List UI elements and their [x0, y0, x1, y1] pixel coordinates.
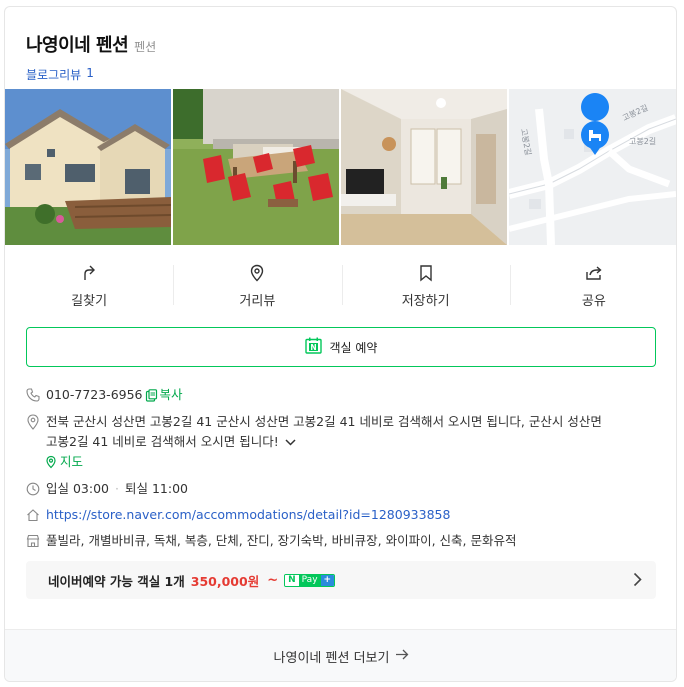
blog-review-link[interactable]: 블로그리뷰 1: [26, 66, 156, 83]
amenities-text: 풀빌라, 개별바비큐, 독채, 복층, 단체, 잔디, 장기숙박, 바비큐장, …: [46, 533, 517, 548]
blog-review-count: 1: [86, 66, 94, 80]
street-view-button[interactable]: 거리뷰: [173, 245, 341, 323]
website-link[interactable]: https://store.naver.com/accommodations/d…: [46, 505, 450, 525]
garden-photo[interactable]: [173, 89, 339, 245]
copy-label: 복사: [159, 387, 183, 402]
address-expand-chevron-icon[interactable]: [285, 432, 296, 452]
exterior-photo[interactable]: [5, 89, 171, 245]
separator-dot: ·: [115, 481, 119, 496]
map-pin-icon: [46, 455, 56, 469]
interior-photo[interactable]: [341, 89, 507, 245]
place-title[interactable]: 나영이네 펜션: [26, 31, 129, 57]
checkin-time: 입실 03:00: [46, 481, 109, 496]
place-category: 펜션: [134, 40, 157, 54]
checkin-row: 입실 03:00 · 퇴실 11:00: [26, 479, 656, 499]
phone-number[interactable]: 010-7723-6956: [46, 385, 143, 405]
directions-icon: [79, 263, 99, 283]
store-icon: [26, 531, 46, 551]
clock-icon: [26, 479, 46, 499]
directions-button[interactable]: 길찾기: [5, 245, 173, 323]
naver-pay-badge: N Pay +: [284, 573, 336, 587]
checkout-time: 퇴실 11:00: [124, 481, 188, 496]
street-view-icon: [247, 263, 267, 283]
room-reservation-button[interactable]: N 객실 예약: [26, 327, 656, 367]
home-icon: [26, 505, 46, 525]
amenities-row: 풀빌라, 개별바비큐, 독채, 복층, 단체, 잔디, 장기숙박, 바비큐장, …: [26, 531, 656, 551]
chevron-right-icon: [633, 572, 642, 591]
more-button-label: 나영이네 펜션 더보기: [273, 651, 390, 666]
svg-text:N: N: [310, 342, 316, 351]
copy-icon: [145, 388, 157, 402]
place-card: 나영이네 펜션 펜션 블로그리뷰 1 고봉2길 고봉2길 고봉2길 길찾기 거리…: [4, 6, 677, 682]
address-line-1: 전북 군산시 성산면 고봉2길 41 군산시 성산면 고봉2길 41 네비로 검…: [46, 414, 602, 429]
place-header: 나영이네 펜션 펜션 블로그리뷰 1: [26, 31, 156, 83]
map-link[interactable]: 지도: [44, 452, 656, 472]
room-reservation-label: 객실 예약: [329, 340, 378, 355]
price-tilde: ~: [267, 572, 279, 588]
save-label: 저장하기: [401, 294, 450, 309]
info-list: 010-7723-6956 복사 전북 군산시 성산면 고봉2길 41 군산시 …: [26, 385, 656, 551]
address-line-2: 고봉2길 41 네비로 검색해서 오시면 됩니다!: [46, 434, 279, 449]
blog-review-label: 블로그리뷰: [26, 68, 82, 82]
share-label: 공유: [581, 294, 606, 309]
phone-icon: [26, 385, 46, 405]
save-button[interactable]: 저장하기: [341, 245, 510, 323]
website-row: https://store.naver.com/accommodations/d…: [26, 505, 656, 525]
copy-phone-button[interactable]: 복사: [145, 385, 183, 405]
npay-n: N: [285, 574, 299, 586]
street-view-label: 거리뷰: [239, 294, 276, 309]
address-row: 전북 군산시 성산면 고봉2길 41 군산시 성산면 고봉2길 41 네비로 검…: [26, 412, 656, 472]
directions-label: 길찾기: [71, 294, 108, 309]
action-bar: 길찾기 거리뷰 저장하기 공유: [5, 245, 676, 323]
map-thumbnail[interactable]: 고봉2길 고봉2길 고봉2길: [509, 89, 676, 245]
booking-price: 350,000원: [190, 573, 260, 589]
map-link-label: 지도: [60, 454, 84, 469]
arrow-right-icon: [395, 649, 409, 664]
share-button[interactable]: 공유: [509, 245, 676, 323]
npay-pay: Pay: [298, 574, 321, 586]
phone-row: 010-7723-6956 복사: [26, 385, 656, 405]
naver-booking-banner[interactable]: 네이버예약 가능 객실 1개 350,000원 ~ N Pay +: [26, 561, 656, 599]
booking-available-text: 네이버예약 가능 객실 1개: [48, 573, 185, 589]
bookmark-icon: [416, 263, 436, 283]
map-road-label: 고봉2길: [629, 137, 656, 146]
photo-strip: 고봉2길 고봉2길 고봉2길: [5, 89, 676, 245]
location-pin-icon: [26, 412, 46, 432]
more-button[interactable]: 나영이네 펜션 더보기: [5, 629, 676, 681]
npay-plus: +: [320, 574, 335, 586]
share-icon: [584, 263, 604, 283]
naver-calendar-icon: N: [304, 337, 322, 358]
